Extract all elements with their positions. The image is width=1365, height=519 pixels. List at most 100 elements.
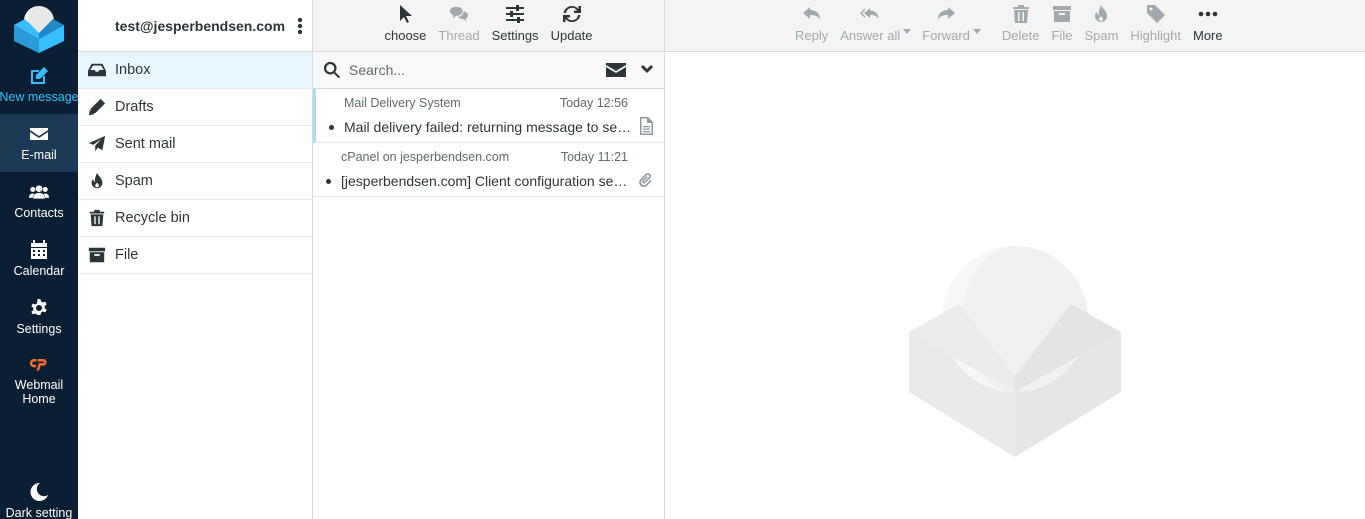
nav-calendar-label: Calendar: [13, 264, 65, 278]
nav-dark-mode[interactable]: Dark setting: [0, 482, 78, 519]
message-preview-area: [665, 52, 1365, 519]
nav-compose-label: New message: [0, 90, 78, 104]
folder-label: Spam: [115, 173, 153, 189]
thread-button[interactable]: Thread: [432, 4, 485, 51]
select-label: choose: [384, 28, 427, 43]
account-menu-button[interactable]: [288, 0, 312, 52]
fire-icon: [1095, 5, 1108, 22]
folder-label: Inbox: [115, 62, 151, 78]
folder-spam[interactable]: Spam: [78, 163, 312, 200]
reply-all-icon: [860, 8, 879, 19]
folder-sent[interactable]: Sent mail: [78, 126, 312, 163]
nav-contacts-label: Contacts: [14, 206, 64, 220]
message-date: Today 12:56: [559, 96, 628, 110]
nav-settings[interactable]: Settings: [0, 288, 78, 346]
search-bar: [313, 52, 664, 89]
nav-mail-label: E-mail: [21, 148, 57, 162]
refresh-button[interactable]: Update: [545, 4, 599, 51]
paper-plane-icon: [88, 135, 106, 152]
nav-calendar[interactable]: Calendar: [0, 230, 78, 288]
users-icon: [29, 185, 49, 199]
gear-icon: [31, 299, 47, 315]
caret-down-icon: [903, 28, 912, 34]
nav-contacts[interactable]: Contacts: [0, 172, 78, 230]
reply-all-dropdown[interactable]: [902, 11, 912, 51]
nav-webmail-label: Webmail Home: [14, 378, 64, 406]
folder-panel-header: test@jesperbendsen.com: [78, 0, 312, 52]
cpanel-icon: [29, 359, 47, 371]
more-label: More: [1193, 28, 1223, 43]
search-icon[interactable]: [323, 61, 341, 79]
message-row[interactable]: cPanel on jesperbendsen.com Today 11:21 …: [313, 143, 664, 197]
select-button[interactable]: choose: [378, 4, 432, 51]
delete-button[interactable]: Delete: [996, 4, 1046, 51]
list-options-button[interactable]: Settings: [486, 4, 545, 51]
compose-icon: [31, 67, 48, 84]
tag-icon: [1146, 5, 1165, 23]
list-toolbar: choose Thread Settings Update: [313, 0, 665, 52]
message-from: Mail Delivery System: [344, 96, 461, 110]
nav-mail[interactable]: E-mail: [0, 114, 78, 172]
more-button[interactable]: More: [1187, 4, 1229, 51]
trash-icon: [1012, 5, 1029, 23]
message-row[interactable]: Mail Delivery System Today 12:56 Mail de…: [313, 89, 664, 143]
junk-button[interactable]: Spam: [1078, 4, 1124, 51]
reply-button[interactable]: Reply: [789, 4, 834, 51]
folder-panel: test@jesperbendsen.com Inbox Drafts Sent…: [78, 0, 313, 519]
account-email: test@jesperbendsen.com: [115, 17, 286, 34]
roundcube-watermark-icon: [909, 246, 1121, 457]
folder-drafts[interactable]: Drafts: [78, 89, 312, 126]
kebab-menu-icon: [297, 17, 303, 34]
list-options-label: Settings: [491, 28, 539, 43]
archive-icon: [1052, 6, 1071, 22]
caret-down-icon: [972, 28, 981, 34]
message-from: cPanel on jesperbendsen.com: [341, 150, 510, 164]
folder-label: Recycle bin: [115, 210, 190, 226]
reply-label: Reply: [795, 28, 829, 43]
roundcube-logo[interactable]: [0, 0, 78, 56]
flag-button[interactable]: Highlight: [1124, 4, 1187, 51]
forward-label: Forward: [922, 28, 970, 43]
message-toolbar: Reply Answer all Forward Delete File Spa…: [665, 0, 1365, 52]
envelope-icon: [30, 128, 48, 140]
nav-webmail-home[interactable]: Webmail Home: [0, 346, 78, 414]
archive-icon: [88, 247, 106, 263]
fire-icon: [91, 172, 103, 189]
message-subject: Mail delivery failed: returning message …: [344, 119, 634, 135]
archive-button[interactable]: File: [1045, 4, 1078, 51]
reply-icon: [802, 7, 820, 20]
comments-icon: [449, 6, 469, 22]
junk-label: Spam: [1084, 28, 1119, 43]
folder-label: Drafts: [115, 99, 154, 115]
reply-all-label: Answer all: [840, 28, 901, 43]
pencil-icon: [88, 98, 106, 116]
archive-label: File: [1051, 28, 1073, 43]
nav-settings-label: Settings: [16, 322, 62, 336]
inbox-icon: [88, 63, 106, 77]
search-input[interactable]: [349, 62, 600, 78]
moon-icon: [30, 482, 48, 501]
folder-archive[interactable]: File: [78, 237, 312, 274]
forward-button[interactable]: Forward: [916, 4, 976, 51]
document-icon: [640, 117, 653, 135]
envelope-icon[interactable]: [606, 61, 626, 79]
forward-dropdown[interactable]: [972, 11, 982, 51]
message-status-dot[interactable]: [329, 125, 334, 130]
main-navigation: New message E-mail Contacts Calendar Set…: [0, 0, 78, 519]
reply-all-button[interactable]: Answer all: [834, 4, 906, 51]
delete-label: Delete: [1001, 28, 1040, 43]
message-subject: [jesperbendsen.com] Client configuration…: [341, 173, 631, 189]
cursor-icon: [400, 5, 413, 23]
folder-inbox[interactable]: Inbox: [78, 52, 312, 89]
folder-label: File: [115, 247, 139, 263]
nav-compose[interactable]: New message: [0, 56, 78, 114]
calendar-icon: [31, 240, 47, 259]
sliders-icon: [506, 5, 525, 23]
message-status-dot[interactable]: [326, 179, 331, 184]
paperclip-icon: [639, 173, 652, 188]
forward-icon: [938, 7, 956, 20]
folder-trash[interactable]: Recycle bin: [78, 200, 312, 237]
message-date: Today 11:21: [560, 150, 628, 164]
refresh-icon: [562, 5, 581, 23]
chevron-down-icon[interactable]: [640, 63, 654, 77]
